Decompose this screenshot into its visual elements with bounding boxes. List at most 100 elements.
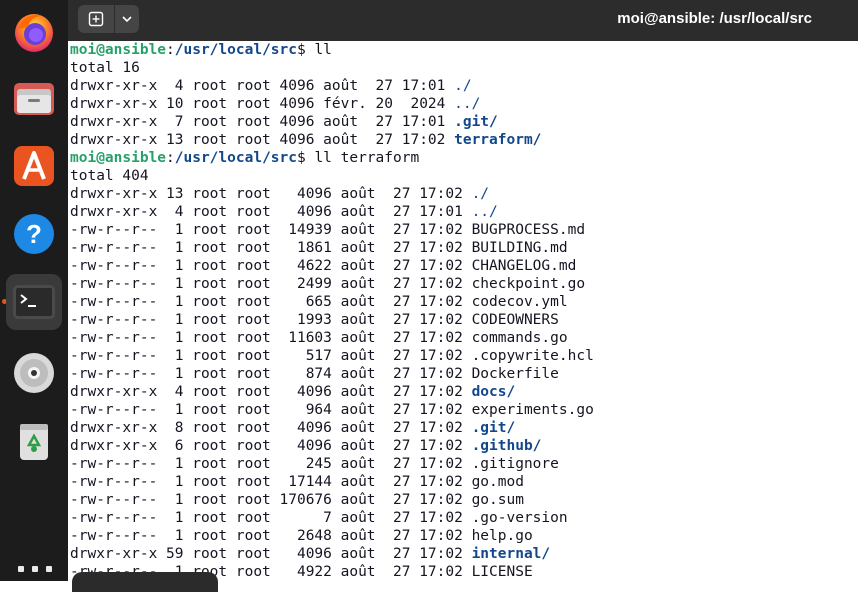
entry-meta: drwxr-xr-x 4 root root 4096 août 27 17:0… xyxy=(70,78,455,94)
listing-row: -rw-r--r-- 1 root root 170676 août 27 17… xyxy=(70,491,858,509)
file-name: .gitignore xyxy=(471,456,559,472)
file-name: help.go xyxy=(471,528,533,544)
entry-meta: drwxr-xr-x 4 root root 4096 août 27 17:0… xyxy=(70,204,472,220)
entry-meta: -rw-r--r-- 1 root root 2499 août 27 17:0… xyxy=(70,276,472,292)
listing-row: -rw-r--r-- 1 root root 874 août 27 17:02… xyxy=(70,365,858,383)
listing-row: -rw-r--r-- 1 root root 7 août 27 17:02 .… xyxy=(70,509,858,527)
prompt-line: moi@ansible:/usr/local/src$ ll terraform xyxy=(70,149,858,167)
output-line: total 16 xyxy=(70,60,140,76)
listing-row: drwxr-xr-x 6 root root 4096 août 27 17:0… xyxy=(70,437,858,455)
dock-files[interactable] xyxy=(6,70,62,126)
listing-row: drwxr-xr-x 7 root root 4096 août 27 17:0… xyxy=(70,113,858,131)
prompt-path: /usr/local/src xyxy=(174,150,297,166)
entry-meta: -rw-r--r-- 1 root root 170676 août 27 17… xyxy=(70,492,472,508)
prompt-user: moi@ansible xyxy=(70,150,167,166)
listing-row: -rw-r--r-- 1 root root 1861 août 27 17:0… xyxy=(70,239,858,257)
listing-row: -rw-r--r-- 1 root root 2648 août 27 17:0… xyxy=(70,527,858,545)
entry-meta: -rw-r--r-- 1 root root 7 août 27 17:02 xyxy=(70,510,472,526)
trash-icon xyxy=(20,424,48,460)
entry-meta: -rw-r--r-- 1 root root 4622 août 27 17:0… xyxy=(70,258,472,274)
entry-meta: -rw-r--r-- 1 root root 1861 août 27 17:0… xyxy=(70,240,472,256)
help-icon: ? xyxy=(14,214,54,254)
directory-name: .git/ xyxy=(471,420,516,436)
svg-text:?: ? xyxy=(26,219,42,249)
output-line: total 404 xyxy=(70,168,149,184)
apps-dot xyxy=(18,566,24,572)
prompt-separator: : xyxy=(166,150,175,166)
file-name: BUILDING.md xyxy=(471,240,568,256)
directory-name: docs/ xyxy=(471,384,516,400)
entry-meta: -rw-r--r-- 1 root root 2648 août 27 17:0… xyxy=(70,528,472,544)
prompt-path: /usr/local/src xyxy=(174,42,297,58)
listing-row: drwxr-xr-x 4 root root 4096 août 27 17:0… xyxy=(70,203,858,221)
listing-row: -rw-r--r-- 1 root root 1993 août 27 17:0… xyxy=(70,311,858,329)
file-name: codecov.yml xyxy=(471,294,568,310)
firefox-icon xyxy=(15,14,53,52)
entry-meta: drwxr-xr-x 6 root root 4096 août 27 17:0… xyxy=(70,438,472,454)
dock-firefox[interactable] xyxy=(6,4,62,60)
directory-name: ./ xyxy=(471,186,490,202)
file-name: commands.go xyxy=(471,330,568,346)
entry-meta: drwxr-xr-x 7 root root 4096 août 27 17:0… xyxy=(70,114,455,130)
listing-row: drwxr-xr-x 4 root root 4096 août 27 17:0… xyxy=(70,77,858,95)
show-apps-button[interactable] xyxy=(18,566,52,576)
entry-meta: drwxr-xr-x 4 root root 4096 août 27 17:0… xyxy=(70,384,472,400)
app-center-icon xyxy=(14,146,54,186)
file-name: CODEOWNERS xyxy=(471,312,559,328)
file-name: Dockerfile xyxy=(471,366,559,382)
window-title: moi@ansible: /usr/local/src xyxy=(617,10,812,27)
directory-name: ../ xyxy=(454,96,481,112)
entry-meta: -rw-r--r-- 1 root root 874 août 27 17:02 xyxy=(70,366,472,382)
directory-name: ../ xyxy=(471,204,498,220)
listing-row: drwxr-xr-x 4 root root 4096 août 27 17:0… xyxy=(70,383,858,401)
listing-row: -rw-r--r-- 1 root root 4622 août 27 17:0… xyxy=(70,257,858,275)
entry-meta: -rw-r--r-- 1 root root 665 août 27 17:02 xyxy=(70,294,472,310)
entry-meta: -rw-r--r-- 1 root root 964 août 27 17:02 xyxy=(70,402,472,418)
listing-row: -rw-r--r-- 1 root root 11603 août 27 17:… xyxy=(70,329,858,347)
dock: ? xyxy=(0,0,68,581)
terminal-output[interactable]: moi@ansible:/usr/local/src$ ll total 16 dr… xyxy=(70,41,858,581)
file-name: checkpoint.go xyxy=(471,276,586,292)
bottom-popup-edge xyxy=(72,572,218,592)
entry-meta: -rw-r--r-- 1 root root 245 août 27 17:02 xyxy=(70,456,472,472)
dock-terminal[interactable] xyxy=(6,274,62,330)
disc-icon xyxy=(14,353,54,393)
listing-row: -rw-r--r-- 1 root root 245 août 27 17:02… xyxy=(70,455,858,473)
listing-row: -rw-r--r-- 1 root root 2499 août 27 17:0… xyxy=(70,275,858,293)
listing-row: drwxr-xr-x 10 root root 4096 févr. 20 20… xyxy=(70,95,858,113)
file-name: CHANGELOG.md xyxy=(471,258,577,274)
directory-name: terraform/ xyxy=(454,132,542,148)
listing-row: -rw-r--r-- 1 root root 17144 août 27 17:… xyxy=(70,473,858,491)
apps-dot xyxy=(46,566,52,572)
entry-meta: drwxr-xr-x 13 root root 4096 août 27 17:… xyxy=(70,132,455,148)
file-name: go.sum xyxy=(471,492,524,508)
prompt-line: moi@ansible:/usr/local/src$ ll xyxy=(70,41,858,59)
listing-row: drwxr-xr-x 59 root root 4096 août 27 17:… xyxy=(70,545,858,563)
file-name: .copywrite.hcl xyxy=(471,348,594,364)
titlebar: moi@ansible: /usr/local/src xyxy=(68,0,858,41)
file-name: LICENSE xyxy=(471,564,533,580)
entry-meta: drwxr-xr-x 59 root root 4096 août 27 17:… xyxy=(70,546,472,562)
files-icon xyxy=(14,83,54,115)
prompt-symbol: $ xyxy=(296,42,306,58)
prompt-user: moi@ansible xyxy=(70,42,167,58)
entry-meta: drwxr-xr-x 10 root root 4096 févr. 20 20… xyxy=(70,96,455,112)
dock-app-center[interactable] xyxy=(6,138,62,194)
listing-row: -rw-r--r-- 1 root root 14939 août 27 17:… xyxy=(70,221,858,239)
dock-disc[interactable] xyxy=(6,345,62,401)
prompt-separator: : xyxy=(166,42,175,58)
file-name: BUGPROCESS.md xyxy=(471,222,586,238)
command-text: ll terraform xyxy=(305,150,420,166)
entry-meta: drwxr-xr-x 8 root root 4096 août 27 17:0… xyxy=(70,420,472,436)
entry-meta: -rw-r--r-- 1 root root 17144 août 27 17:… xyxy=(70,474,472,490)
entry-meta: drwxr-xr-x 13 root root 4096 août 27 17:… xyxy=(70,186,472,202)
listing-row: -rw-r--r-- 1 root root 964 août 27 17:02… xyxy=(70,401,858,419)
listing-row: drwxr-xr-x 13 root root 4096 août 27 17:… xyxy=(70,185,858,203)
file-name: go.mod xyxy=(471,474,524,490)
dock-help[interactable]: ? xyxy=(6,206,62,262)
directory-name: .github/ xyxy=(471,438,542,454)
directory-name: ./ xyxy=(454,78,472,94)
dock-trash[interactable] xyxy=(6,413,62,469)
directory-name: internal/ xyxy=(471,546,551,562)
terminal-icon xyxy=(13,285,55,319)
